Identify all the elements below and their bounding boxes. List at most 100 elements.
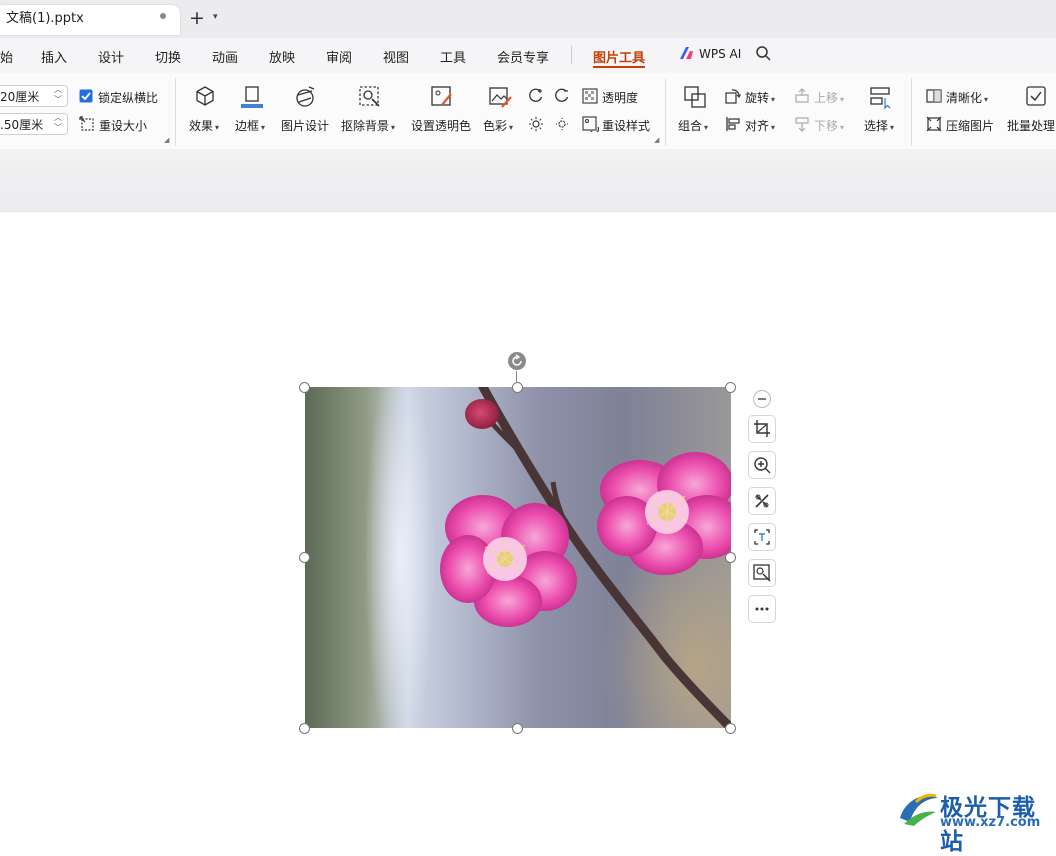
wps-ai-logo-icon xyxy=(680,47,693,59)
reset-style-button[interactable]: 重设样式 xyxy=(602,117,650,134)
lock-ratio-label[interactable]: 锁定纵横比 xyxy=(98,89,158,106)
rotate-handle[interactable] xyxy=(508,352,526,370)
menu-member[interactable]: 会员专享 xyxy=(497,47,549,66)
menu-design[interactable]: 设计 xyxy=(98,47,124,66)
increase-contrast-icon[interactable] xyxy=(528,88,544,104)
picture-design-icon[interactable] xyxy=(293,85,317,109)
color-button[interactable]: 色彩 ▾ xyxy=(483,117,513,134)
tab-list-chevron-icon[interactable]: ▾ xyxy=(213,12,218,22)
compress-picture-button[interactable]: 压缩图片 xyxy=(946,117,994,134)
menu-picture-tools[interactable]: 图片工具 xyxy=(593,47,645,66)
remove-background-button[interactable]: 抠除背景 ▾ xyxy=(341,117,395,134)
select-pane-icon[interactable] xyxy=(869,85,893,109)
ribbon-separator xyxy=(175,78,176,146)
magic-tools-icon xyxy=(755,494,769,508)
group-icon[interactable] xyxy=(683,85,707,109)
increase-brightness-icon[interactable] xyxy=(528,116,544,132)
reset-style-icon[interactable] xyxy=(582,116,599,132)
sharpen-icon[interactable] xyxy=(926,88,942,104)
align-icon[interactable] xyxy=(725,116,741,132)
resize-handle-bottom[interactable] xyxy=(512,723,523,734)
ribbon-separator xyxy=(665,78,666,146)
sharpen-button[interactable]: 清晰化 ▾ xyxy=(946,89,988,106)
menu-transition[interactable]: 切换 xyxy=(155,47,181,66)
send-backward-icon[interactable] xyxy=(794,116,810,132)
set-transparent-color-icon[interactable] xyxy=(430,85,454,109)
canvas-margin xyxy=(0,149,1056,212)
transparency-button[interactable]: 透明度 xyxy=(602,89,638,106)
effect-cube-icon[interactable] xyxy=(194,85,216,107)
color-icon[interactable] xyxy=(488,85,512,109)
bring-forward-button[interactable]: 上移 ▾ xyxy=(814,89,844,106)
minus-icon xyxy=(758,398,766,400)
resize-handle-left[interactable] xyxy=(299,552,310,563)
border-icon[interactable] xyxy=(240,85,264,109)
border-button[interactable]: 边框 ▾ xyxy=(235,117,265,134)
lock-ratio-checkbox[interactable] xyxy=(79,89,93,103)
watermark-logo-icon xyxy=(900,793,938,826)
group-button[interactable]: 组合 ▾ xyxy=(678,117,708,134)
plum-blossom-image xyxy=(440,387,731,728)
menu-start[interactable]: 始 xyxy=(0,47,13,66)
picture-design-button[interactable]: 图片设计 xyxy=(281,117,329,134)
rotate-button[interactable]: 旋转 ▾ xyxy=(745,89,775,106)
text-recognize-icon xyxy=(754,529,770,545)
batch-process-button[interactable]: 批量处理 xyxy=(1007,117,1055,134)
align-button[interactable]: 对齐 ▾ xyxy=(745,117,775,134)
resize-handle-right[interactable] xyxy=(725,552,736,563)
width-value: 20厘米 xyxy=(0,90,40,104)
crop-button[interactable] xyxy=(748,415,776,443)
menu-tools[interactable]: 工具 xyxy=(440,47,466,66)
resize-handle-top-left[interactable] xyxy=(299,382,310,393)
select-button[interactable]: 选择 ▾ xyxy=(864,117,894,134)
more-dots-icon xyxy=(755,607,769,611)
selected-picture[interactable] xyxy=(305,387,731,728)
decrease-brightness-icon[interactable] xyxy=(554,116,570,132)
unsaved-dot-icon xyxy=(160,13,166,19)
size-dialog-launcher-icon[interactable]: ◢ xyxy=(164,136,169,144)
set-transparent-color-button[interactable]: 设置透明色 xyxy=(411,117,471,134)
ribbon xyxy=(0,73,1056,150)
picture-remove-bg-button[interactable] xyxy=(748,559,776,587)
transparency-icon[interactable] xyxy=(582,88,598,104)
cutout-icon xyxy=(753,564,771,582)
more-options-button[interactable] xyxy=(748,595,776,623)
smart-tools-button[interactable] xyxy=(748,487,776,515)
collapse-toolbar-button[interactable] xyxy=(753,390,771,408)
menu-separator xyxy=(571,46,572,64)
document-tab-title[interactable]: 文稿(1).pptx xyxy=(6,7,84,26)
width-down-icon[interactable]: ﹀ xyxy=(54,94,62,105)
zoom-in-button[interactable] xyxy=(748,451,776,479)
new-tab-plus-icon[interactable]: + xyxy=(189,9,205,28)
crop-icon xyxy=(754,420,770,437)
send-backward-button[interactable]: 下移 ▾ xyxy=(814,117,844,134)
menu-review[interactable]: 审阅 xyxy=(326,47,352,66)
remove-background-icon[interactable] xyxy=(358,85,382,109)
resize-handle-top[interactable] xyxy=(512,382,523,393)
picture-dialog-launcher-icon[interactable]: ◢ xyxy=(654,136,659,144)
extract-text-button[interactable] xyxy=(748,523,776,551)
menu-slideshow[interactable]: 放映 xyxy=(269,47,295,66)
reset-size-label[interactable]: 重设大小 xyxy=(99,117,147,134)
resize-handle-bottom-right[interactable] xyxy=(725,723,736,734)
resize-handle-top-right[interactable] xyxy=(725,382,736,393)
watermark-url: www.xz7.com xyxy=(940,815,1041,830)
search-icon[interactable] xyxy=(755,45,772,62)
zoom-in-icon xyxy=(754,457,771,474)
compress-picture-icon[interactable] xyxy=(926,116,942,132)
rotate-arrow-icon xyxy=(512,354,522,366)
reset-size-icon[interactable] xyxy=(79,116,95,132)
menu-insert[interactable]: 插入 xyxy=(41,47,67,66)
menu-view[interactable]: 视图 xyxy=(383,47,409,66)
effect-button[interactable]: 效果 ▾ xyxy=(189,117,219,134)
wps-ai-button[interactable]: WPS AI xyxy=(699,47,741,61)
rotate-icon[interactable] xyxy=(725,88,741,104)
height-down-icon[interactable]: ﹀ xyxy=(54,122,62,133)
resize-handle-bottom-left[interactable] xyxy=(299,723,310,734)
ribbon-separator xyxy=(911,78,912,146)
height-value: .50厘米 xyxy=(0,118,44,132)
bring-forward-icon[interactable] xyxy=(794,88,810,104)
batch-process-icon[interactable] xyxy=(1025,85,1047,107)
decrease-contrast-icon[interactable] xyxy=(554,88,570,104)
menu-animation[interactable]: 动画 xyxy=(212,47,238,66)
